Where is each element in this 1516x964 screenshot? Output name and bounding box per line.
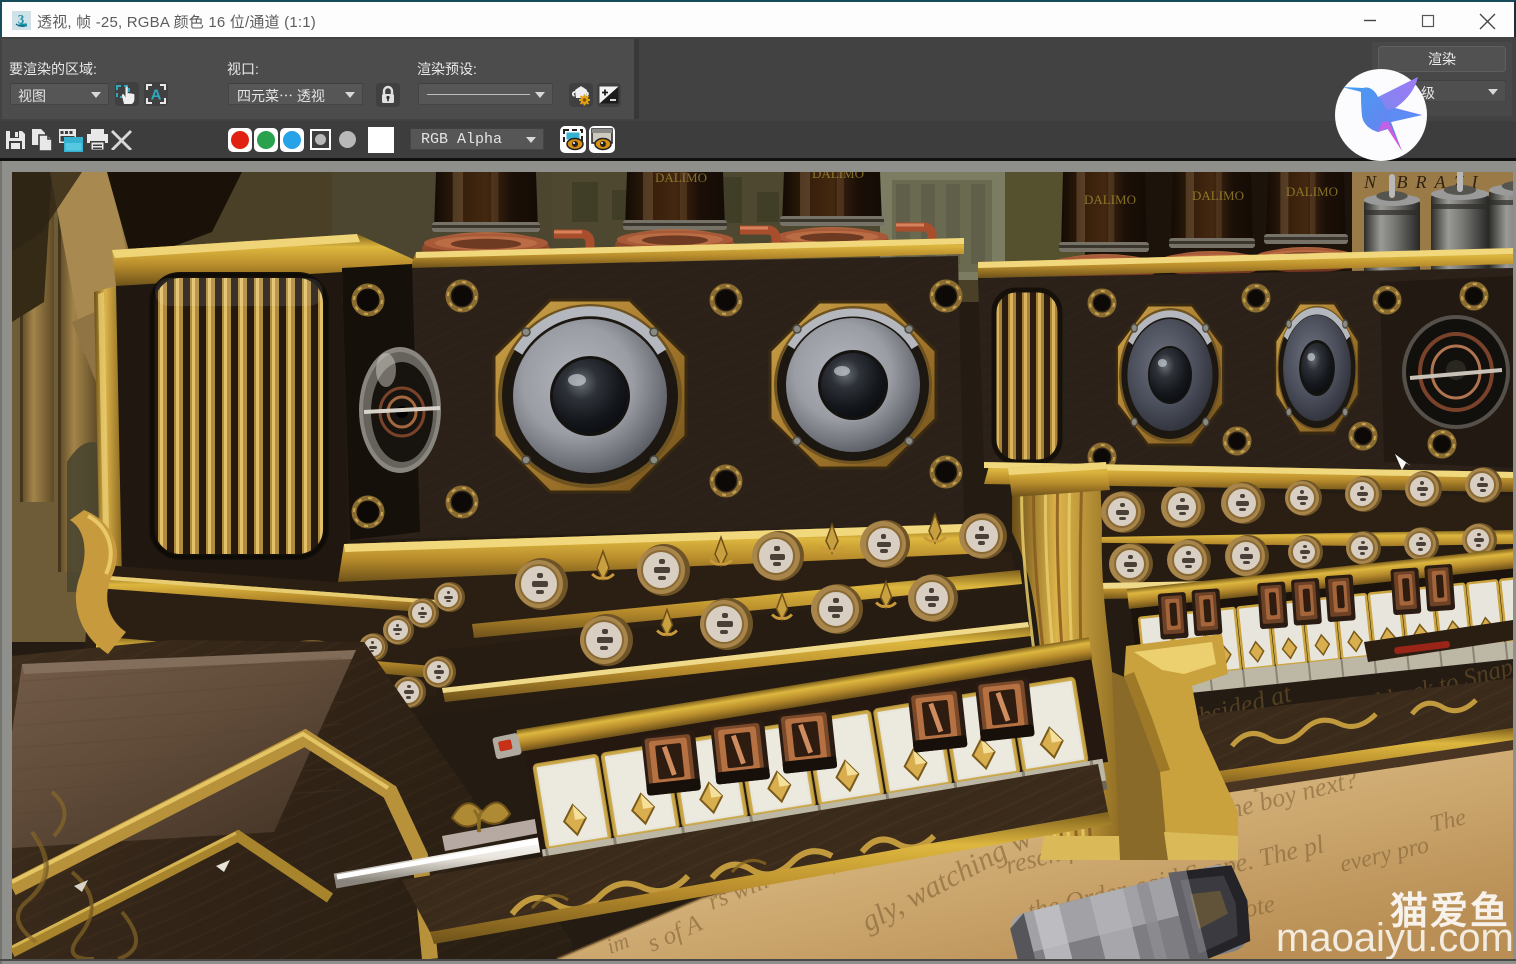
svg-text:DALIMO: DALIMO	[1084, 192, 1136, 207]
svg-text:DALIMO: DALIMO	[812, 172, 864, 181]
svg-text:DALIMO: DALIMO	[1286, 184, 1338, 199]
svg-text:DALIMO: DALIMO	[655, 172, 707, 185]
svg-text:A: A	[151, 87, 162, 104]
svg-text:DALIMO: DALIMO	[1192, 188, 1244, 203]
